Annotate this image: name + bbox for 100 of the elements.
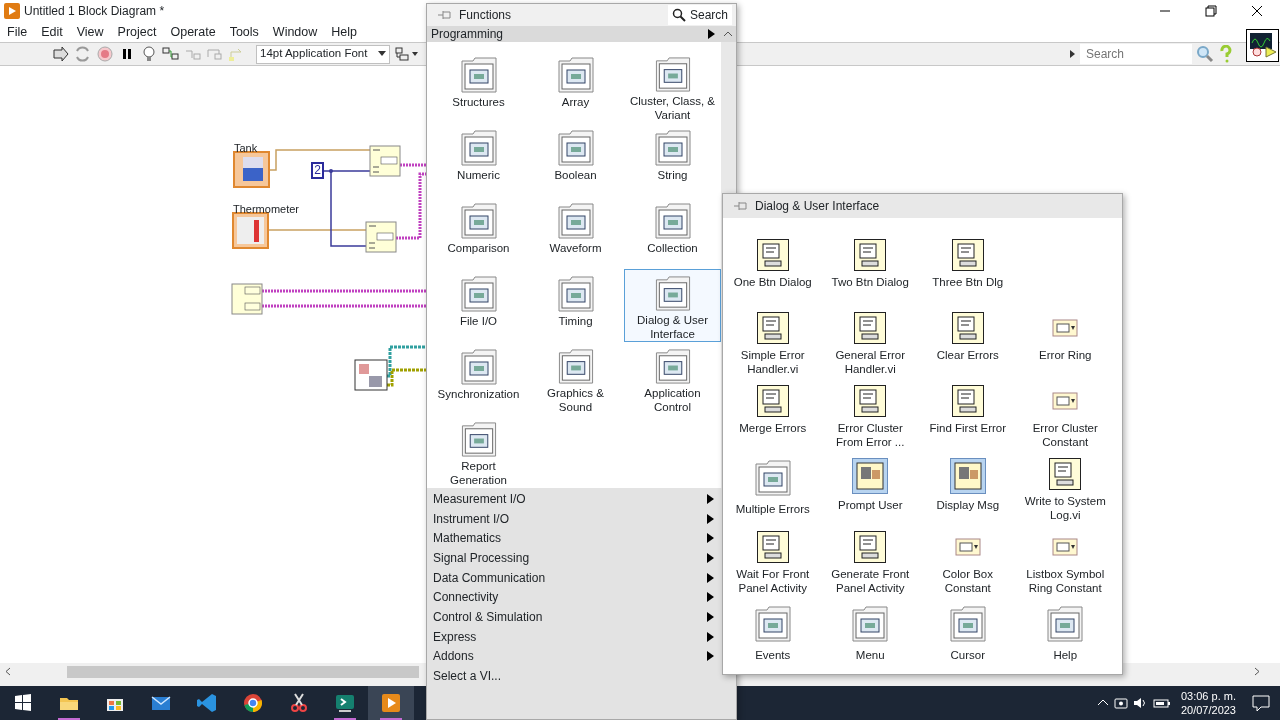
palette-item[interactable]: Numeric — [430, 123, 527, 196]
category-item[interactable]: Control & Simulation — [427, 607, 720, 627]
notification-icon[interactable] — [1250, 693, 1272, 713]
expand-arrow-icon — [707, 493, 714, 504]
palette-item[interactable]: Help — [1016, 596, 1114, 669]
expand-arrow-icon[interactable] — [1070, 50, 1076, 58]
palette-item[interactable]: Dialog & User Interface — [624, 269, 721, 342]
palette-item[interactable]: Prompt User — [821, 450, 919, 523]
folder-icon — [652, 128, 693, 168]
menu-title[interactable]: Tools — [222, 22, 266, 42]
tank-terminal-icon[interactable] — [233, 151, 270, 188]
numeric-constant[interactable]: 2 — [311, 162, 324, 179]
palette-item[interactable]: Three Btn Dlg — [919, 231, 1017, 304]
taskbar-button[interactable] — [368, 686, 414, 720]
palette-item[interactable]: Simple Error Handler.vi — [724, 304, 822, 377]
play-icon — [379, 691, 403, 715]
format-string-node[interactable] — [365, 221, 397, 253]
palette-item[interactable]: Error Cluster Constant — [1016, 377, 1114, 450]
palette-item[interactable]: Error Ring — [1016, 304, 1114, 377]
search-field[interactable]: Search — [1080, 44, 1192, 64]
palette-item[interactable]: Application Control — [624, 342, 721, 415]
expand-arrow-icon — [707, 592, 714, 603]
palette-item[interactable]: Synchronization — [430, 342, 527, 415]
folder-icon — [752, 604, 793, 644]
menu-title[interactable]: View — [69, 22, 111, 42]
align-objects-icon[interactable] — [394, 45, 420, 63]
palette-item[interactable]: Cursor — [919, 596, 1017, 669]
folder-icon — [652, 201, 693, 241]
palette-item[interactable]: Report Generation — [430, 415, 527, 488]
menu-title[interactable]: Edit — [34, 22, 70, 42]
app-logo-icon — [4, 3, 20, 19]
code-editor-icon — [195, 691, 219, 715]
thermometer-terminal-icon[interactable] — [232, 212, 269, 249]
palette-item[interactable]: Generate Front Panel Activity — [821, 523, 919, 596]
palette-item[interactable]: Events — [724, 596, 822, 669]
menu-title[interactable]: File — [0, 22, 35, 42]
palette-item[interactable]: General Error Handler.vi — [821, 304, 919, 377]
palette-item[interactable]: Menu — [821, 596, 919, 669]
palette-item[interactable]: Graphics & Sound — [527, 342, 624, 415]
folder-icon — [752, 458, 793, 498]
palette-item[interactable]: Color Box Constant — [919, 523, 1017, 596]
caret-icon — [378, 51, 386, 57]
category-item[interactable]: Select a VI... — [427, 666, 720, 686]
palette-item[interactable]: Cluster, Class, & Variant — [624, 50, 721, 123]
vi-icon — [854, 531, 887, 563]
category-item[interactable]: Data Communication — [427, 567, 720, 588]
font-dropdown[interactable]: 14pt Application Font — [256, 44, 390, 64]
clock-time[interactable]: 03:06 p. m. — [1180, 689, 1236, 703]
palette-item[interactable]: Find First Error — [919, 377, 1017, 450]
palette-item[interactable]: Display Msg — [919, 450, 1017, 523]
expand-arrow-icon — [707, 631, 714, 642]
palette-item[interactable]: Array — [527, 50, 624, 123]
folder-icon — [458, 201, 499, 241]
palette-item[interactable]: Clear Errors — [919, 304, 1017, 377]
category-item[interactable]: Mathematics — [427, 528, 720, 549]
menu-title[interactable]: Help — [324, 22, 365, 42]
menu-title[interactable]: Window — [265, 22, 325, 42]
menu-title[interactable]: Project — [110, 22, 164, 42]
wire — [396, 172, 426, 240]
palette-item[interactable]: One Btn Dialog — [724, 231, 822, 304]
vi-connector-icon[interactable] — [1246, 29, 1279, 62]
palette-item[interactable]: Multiple Errors — [724, 450, 822, 523]
format-string-node[interactable] — [369, 145, 401, 177]
string-constant-node[interactable] — [231, 283, 263, 315]
palette-item[interactable]: Two Btn Dialog — [821, 231, 919, 304]
palette-item[interactable]: Listbox Symbol Ring Constant — [1016, 523, 1114, 596]
palette-item[interactable]: Write to System Log.vi — [1016, 450, 1114, 523]
search-icon[interactable] — [1196, 45, 1214, 63]
vi-icon — [951, 385, 984, 417]
folder-icon — [555, 201, 596, 241]
palette-item[interactable]: Timing — [527, 269, 624, 342]
folder-icon — [555, 274, 596, 314]
category-item[interactable]: Instrument I/O — [427, 508, 720, 529]
palette-item[interactable]: String — [624, 123, 721, 196]
menu-title[interactable]: Operate — [163, 22, 223, 42]
palette-item[interactable]: Wait For Front Panel Activity — [724, 523, 822, 596]
palette-item[interactable]: Collection — [624, 196, 721, 269]
search-button[interactable]: Search — [667, 5, 732, 25]
clock-date[interactable]: 20/07/2023 — [1180, 703, 1236, 717]
wire — [400, 163, 426, 167]
vi-icon — [854, 312, 887, 344]
palette-item[interactable]: Merge Errors — [724, 377, 822, 450]
vi-icon — [756, 239, 789, 271]
palette-item[interactable]: Boolean — [527, 123, 624, 196]
category-item[interactable]: Addons — [427, 646, 720, 667]
palette-item[interactable]: Waveform — [527, 196, 624, 269]
palette-item[interactable]: Comparison — [430, 196, 527, 269]
expand-arrow-icon — [707, 611, 714, 622]
scrollbar-thumb[interactable] — [67, 665, 419, 678]
category-item[interactable]: Signal Processing — [427, 548, 720, 568]
retain-wire-values-icon[interactable] — [161, 45, 181, 63]
palette-item[interactable]: File I/O — [430, 269, 527, 342]
category-item[interactable]: Measurement I/O — [427, 489, 720, 509]
run-arrow-icon[interactable] — [51, 45, 71, 63]
palette-item[interactable]: Error Cluster From Error ... — [821, 377, 919, 450]
palette-item[interactable]: Structures — [430, 50, 527, 123]
table-node[interactable] — [354, 359, 388, 391]
category-item[interactable]: Connectivity — [427, 587, 720, 608]
expand-arrow-icon[interactable] — [708, 29, 716, 39]
category-item[interactable]: Express — [427, 626, 720, 647]
